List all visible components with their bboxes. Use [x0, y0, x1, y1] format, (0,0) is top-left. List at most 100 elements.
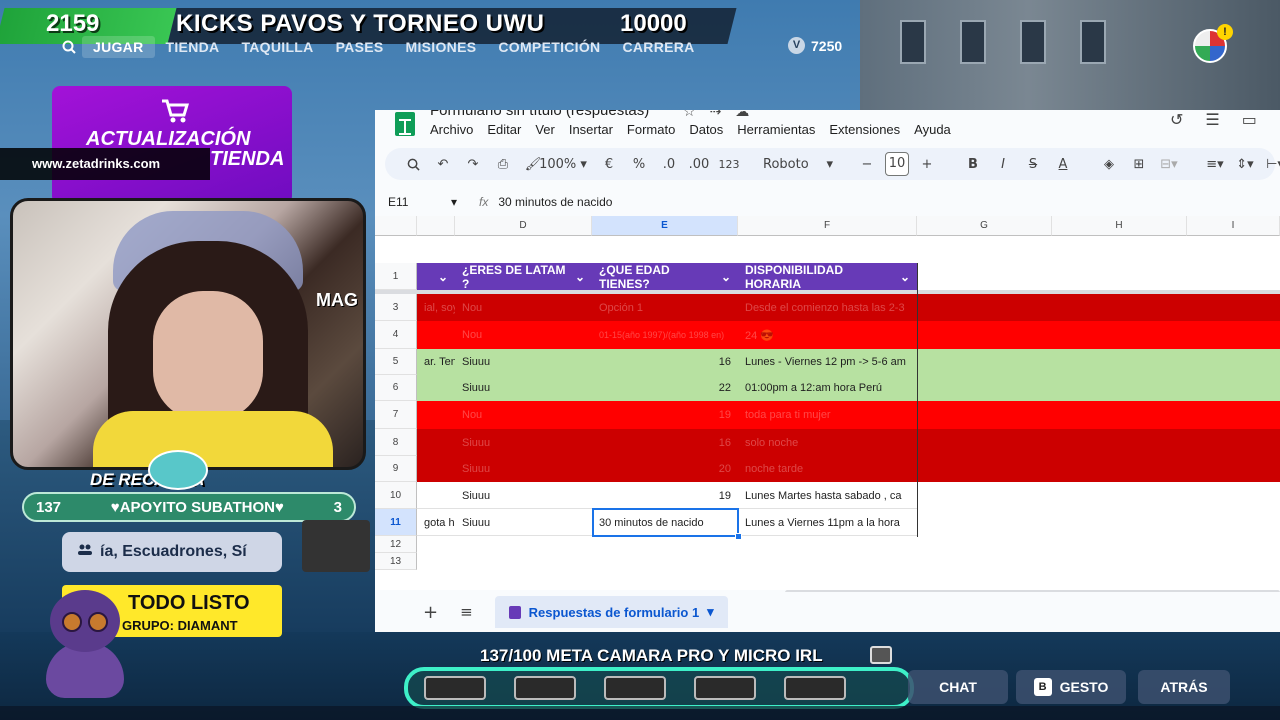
column-header-e[interactable]: E [592, 216, 738, 236]
font-size-input[interactable]: 10 [885, 152, 909, 176]
cell-c[interactable]: ial, soy [417, 294, 455, 321]
cell-f[interactable]: Lunes a Viernes 11pm a la hora [738, 509, 917, 536]
row-header[interactable]: 7 [375, 401, 417, 429]
cell-e[interactable]: Opción 1 [592, 294, 738, 321]
menu-datos[interactable]: Datos [689, 122, 730, 137]
cell-d[interactable]: Siuuu [455, 456, 592, 482]
text-color-icon[interactable]: A [1051, 152, 1075, 176]
filter-chevron-icon[interactable]: ⌄ [721, 270, 731, 284]
column-header-g[interactable]: G [917, 216, 1052, 236]
cell-c[interactable]: ar. Teng [417, 349, 455, 375]
cell-c[interactable] [417, 429, 455, 456]
cell-c[interactable] [417, 482, 455, 509]
cell-f[interactable]: Lunes - Viernes 12 pm -> 5-6 am [738, 349, 917, 375]
cell-d[interactable]: Siuuu [455, 482, 592, 509]
nav-taquilla[interactable]: TAQUILLA [230, 36, 324, 58]
cell-d[interactable]: Nou [455, 401, 592, 429]
row-header[interactable]: 3 [375, 294, 417, 321]
row-header[interactable]: 8 [375, 429, 417, 456]
squad-settings-button[interactable]: ía, Escuadrones, Sí [62, 532, 282, 572]
column-header-h[interactable]: H [1052, 216, 1187, 236]
cell-f[interactable]: toda para ti mujer [738, 401, 917, 429]
cell-f[interactable]: 24 😎 [738, 321, 917, 349]
fill-handle[interactable] [735, 533, 742, 540]
formula-input[interactable]: 30 minutos de nacido [498, 195, 612, 209]
search-menus-icon[interactable] [401, 152, 425, 176]
decrease-decimal-button[interactable]: .0 [657, 152, 681, 176]
redo-icon[interactable]: ↷ [461, 152, 485, 176]
nav-pases[interactable]: PASES [325, 36, 395, 58]
cell-e[interactable]: 20 [592, 456, 738, 482]
cell-c[interactable] [417, 375, 455, 401]
cell-e[interactable]: 01-15(año 1997)/(año 1998 en) [592, 321, 738, 349]
comment-icon[interactable]: ☰ [1205, 110, 1219, 129]
search-icon[interactable] [56, 36, 82, 58]
font-select[interactable]: Roboto ▾ [763, 152, 833, 176]
cell-c[interactable] [417, 321, 455, 349]
print-icon[interactable]: ⎙ [491, 152, 515, 176]
row-header[interactable]: 6 [375, 375, 417, 401]
cell-d[interactable]: Siuuu [455, 429, 592, 456]
menu-ayuda[interactable]: Ayuda [914, 122, 958, 137]
menu-herramientas[interactable]: Herramientas [737, 122, 822, 137]
row-header[interactable]: 11 [375, 509, 417, 536]
horizontal-align-icon[interactable]: ≡▾ [1203, 152, 1227, 176]
row-header[interactable]: 13 [375, 553, 417, 570]
name-box[interactable]: E11 ▾ [375, 195, 465, 209]
increase-decimal-button[interactable]: .00 [687, 152, 711, 176]
cell-f[interactable]: 01:00pm a 12:am hora Perú [738, 375, 917, 401]
cell-f[interactable]: Lunes Martes hasta sabado , ca [738, 482, 917, 509]
move-icon[interactable]: ⇢ [710, 110, 736, 120]
menu-ver[interactable]: Ver [535, 122, 562, 137]
select-all-corner[interactable] [375, 216, 417, 236]
emote-button[interactable]: B GESTO [1016, 670, 1126, 704]
font-size-increase-button[interactable]: + [915, 152, 939, 176]
cell-d[interactable] [455, 553, 592, 570]
header-cell-disponibilidad[interactable]: DISPONIBILIDAD HORARIA ⌄ [738, 263, 917, 291]
cell-e[interactable]: 19 [592, 482, 738, 509]
menu-archivo[interactable]: Archivo [430, 122, 480, 137]
cell-f[interactable] [738, 553, 917, 570]
menu-extensiones[interactable]: Extensiones [829, 122, 907, 137]
nav-misiones[interactable]: MISIONES [395, 36, 488, 58]
header-cell-latam[interactable]: ¿ERES DE LATAM ? ⌄ [455, 263, 592, 291]
fill-color-icon[interactable]: ◈ [1097, 152, 1121, 176]
cell-e[interactable]: 16 [592, 429, 738, 456]
vertical-align-icon[interactable]: ⇕▾ [1233, 152, 1257, 176]
back-button[interactable]: ATRÁS [1138, 670, 1230, 704]
cell-f[interactable] [738, 536, 917, 553]
chat-button[interactable]: CHAT [908, 670, 1008, 704]
meet-icon[interactable]: ▭ [1242, 110, 1257, 129]
row-header[interactable]: 4 [375, 321, 417, 349]
header-cell-c[interactable]: ⌄ [417, 263, 455, 290]
cell-c[interactable]: gota hat [417, 509, 455, 536]
nav-competicion[interactable]: COMPETICIÓN [487, 36, 611, 58]
borders-icon[interactable]: ⊞ [1127, 152, 1151, 176]
sheet-tab-active[interactable]: Respuestas de formulario 1 ▾ [494, 596, 728, 628]
cell-c[interactable] [417, 401, 455, 429]
zoom-select[interactable]: 100% ▾ [539, 152, 587, 176]
cell-grid[interactable]: D E F G H I 1 ⌄ ¿ERES DE LATAM ? ⌄ ¿QUE E… [375, 216, 1280, 590]
font-size-decrease-button[interactable]: − [855, 152, 879, 176]
row-header[interactable]: 1 [375, 263, 417, 290]
history-icon[interactable]: ↺ [1170, 110, 1183, 129]
nav-tienda[interactable]: TIENDA [155, 36, 231, 58]
filter-chevron-icon[interactable]: ⌄ [438, 270, 448, 284]
undo-icon[interactable]: ↶ [431, 152, 455, 176]
strikethrough-icon[interactable]: S [1021, 152, 1045, 176]
column-header-c[interactable] [417, 216, 455, 236]
percent-format-button[interactable]: % [627, 152, 651, 176]
cell-d[interactable]: Siuuu [455, 375, 592, 401]
cell-e[interactable] [592, 553, 738, 570]
cell-f[interactable]: solo noche [738, 429, 917, 456]
cell-e[interactable]: 22 [592, 375, 738, 401]
filter-chevron-icon[interactable]: ⌄ [900, 270, 910, 284]
nav-carrera[interactable]: CARRERA [611, 36, 705, 58]
document-title[interactable]: Formulario sin título (respuestas) [430, 110, 649, 119]
currency-format-button[interactable]: € [597, 152, 621, 176]
cell-c[interactable] [417, 536, 455, 553]
add-sheet-button[interactable]: + [423, 602, 438, 623]
cell-f[interactable]: Desde el comienzo hasta las 2-3 [738, 294, 917, 321]
menu-formato[interactable]: Formato [627, 122, 682, 137]
cell-e[interactable] [592, 536, 738, 553]
